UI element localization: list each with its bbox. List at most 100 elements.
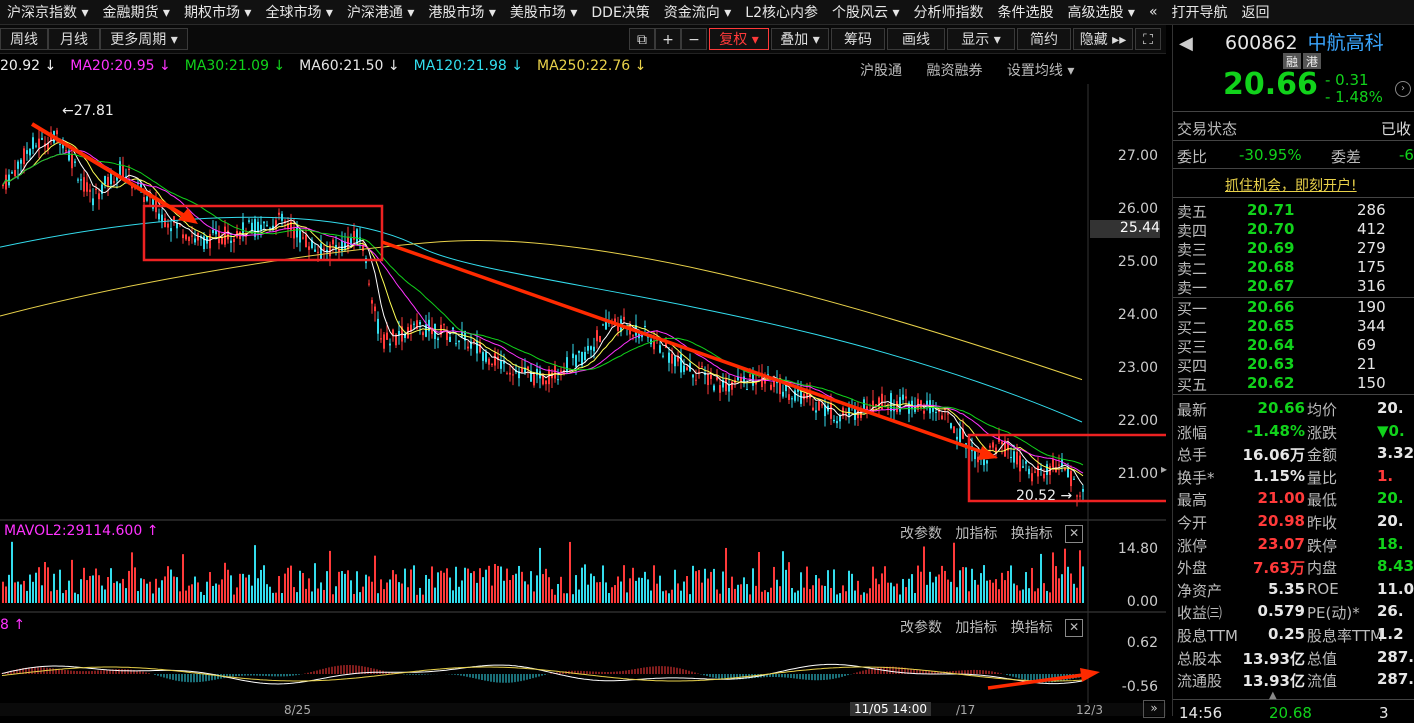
menu-item[interactable]: 返回	[1235, 2, 1277, 22]
ask-book: 卖五 20.71 286 卖四 20.70 412 卖三 20.69 279 卖二 2…	[1173, 201, 1414, 297]
order-book-row[interactable]: 卖五 20.71 286	[1173, 201, 1414, 221]
menu-item[interactable]: DDE决策	[584, 2, 656, 22]
quote-panel: ◀ 600862 中航高科 融 港 20.66 - 0.31 - 1.48% ›…	[1172, 25, 1414, 722]
fuquan-dropdown[interactable]: 复权 ▾	[709, 28, 769, 50]
margin-link[interactable]: 融资融券	[926, 63, 982, 79]
volume-bar	[1058, 578, 1060, 603]
volume-bar	[179, 591, 181, 603]
candle-body	[1031, 473, 1033, 482]
volume-bar	[791, 588, 793, 603]
order-book-row[interactable]: 卖三 20.69 279	[1173, 239, 1414, 259]
tab-monthly[interactable]: 月线	[48, 28, 100, 50]
candle-body	[161, 214, 163, 222]
quote-value-2: 20.	[1377, 399, 1404, 417]
menu-item[interactable]: 期权市场 ▾	[177, 2, 258, 22]
restore-icon[interactable]: ⧉	[629, 28, 655, 50]
trade-status-label: 交易状态	[1177, 120, 1238, 138]
menu-item[interactable]: 分析师指数	[906, 2, 990, 22]
ma-settings-link[interactable]: 设置均线 ▾	[1007, 63, 1074, 79]
more-periods-dropdown[interactable]: 更多周期 ▾	[100, 28, 188, 50]
volume-bar	[251, 585, 253, 603]
candle-body	[122, 165, 124, 177]
vol-add-indicator[interactable]: 加指标	[955, 526, 997, 542]
menu-item[interactable]: 沪深港通 ▾	[340, 2, 421, 22]
menu-item[interactable]: 沪深京指数 ▾	[0, 2, 95, 22]
volume-bar	[599, 582, 601, 603]
candle-body	[848, 407, 850, 416]
order-book-row[interactable]: 买二 20.65 344	[1173, 317, 1414, 337]
date-tick: 8/25	[284, 703, 311, 717]
menu-item[interactable]: 条件选股	[990, 2, 1060, 22]
menu-item[interactable]: 港股市场 ▾	[421, 2, 502, 22]
order-book-row[interactable]: 买五 20.62 150	[1173, 374, 1414, 394]
volume-bar	[320, 582, 322, 603]
volume-bar	[116, 581, 118, 603]
menu-item[interactable]: 资金流向 ▾	[657, 2, 738, 22]
candle-body	[593, 346, 595, 352]
volume-bar	[173, 576, 175, 603]
prev-stock-icon[interactable]: ◀	[1179, 33, 1193, 54]
level-price: 20.70	[1247, 220, 1295, 238]
simple-button[interactable]: 简约	[1017, 28, 1071, 50]
volume-bar	[161, 580, 163, 603]
menu-item[interactable]: 个股风云 ▾	[825, 2, 906, 22]
overlay-dropdown[interactable]: 叠加 ▾	[771, 28, 829, 50]
fullscreen-icon[interactable]: ⛶	[1135, 28, 1161, 50]
volume-bar	[548, 577, 550, 603]
quote-value: 13.93亿	[1242, 672, 1305, 691]
draw-line-button[interactable]: 画线	[887, 28, 945, 50]
menu-item[interactable]: 打开导航	[1165, 2, 1235, 22]
hgt-link[interactable]: 沪股通	[860, 63, 902, 79]
macd-switch-indicator[interactable]: 换指标	[1011, 620, 1053, 636]
order-book-row[interactable]: 买四 20.63 21	[1173, 355, 1414, 375]
tab-weekly[interactable]: 周线	[0, 28, 48, 50]
menu-item[interactable]: 高级选股 ▾	[1060, 2, 1141, 22]
more-icon[interactable]: ›	[1395, 81, 1411, 97]
volume-bar	[1037, 588, 1039, 603]
candle-body	[212, 229, 214, 234]
vol-change-params[interactable]: 改参数	[900, 526, 942, 542]
quote-label-2: 金额	[1307, 446, 1338, 465]
volume-bar	[395, 574, 397, 603]
low-price-label: 20.52 →	[1016, 488, 1073, 504]
panel-toggle-icon[interactable]: ▸	[1161, 462, 1171, 492]
menu-item[interactable]: «	[1142, 4, 1165, 20]
menu-item[interactable]: 美股市场 ▾	[503, 2, 584, 22]
vol-switch-indicator[interactable]: 换指标	[1011, 526, 1053, 542]
menu-item[interactable]: L2核心内参	[738, 2, 825, 22]
level-volume: 21	[1357, 355, 1377, 373]
quote-value: 16.06万	[1242, 446, 1305, 465]
collapse-icon[interactable]: ▲	[1269, 690, 1277, 701]
volume-bar	[554, 594, 556, 603]
volume-bar	[680, 590, 682, 603]
volume-bar	[695, 571, 697, 603]
open-account-ad[interactable]: 抓住机会，即刻开户!	[1225, 175, 1357, 195]
scroll-right-icon[interactable]: »	[1143, 700, 1165, 718]
volume-bar	[785, 569, 787, 603]
volume-bar	[704, 568, 706, 603]
order-book-row[interactable]: 买三 20.64 69	[1173, 336, 1414, 356]
menu-item[interactable]: 金融期货 ▾	[95, 2, 176, 22]
order-book-row[interactable]: 卖二 20.68 175	[1173, 258, 1414, 278]
macd-add-indicator[interactable]: 加指标	[955, 620, 997, 636]
order-book-row[interactable]: 卖一 20.67 316	[1173, 277, 1414, 297]
quote-label: 换手*	[1177, 468, 1215, 487]
display-dropdown[interactable]: 显示 ▾	[947, 28, 1015, 50]
hide-button[interactable]: 隐藏 ▸▸	[1073, 28, 1133, 50]
order-book-row[interactable]: 卖四 20.70 412	[1173, 220, 1414, 240]
menu-item[interactable]: 全球市场 ▾	[258, 2, 339, 22]
zoom-in-icon[interactable]: +	[655, 28, 681, 50]
candle-body	[56, 130, 58, 135]
close-icon[interactable]: ✕	[1065, 619, 1084, 637]
volume-bar	[1061, 574, 1063, 603]
chips-button[interactable]: 筹码	[831, 28, 885, 50]
macd-change-params[interactable]: 改参数	[900, 620, 942, 636]
close-icon[interactable]: ✕	[1065, 525, 1084, 543]
volume-bar	[941, 565, 943, 603]
quote-label: 总股本	[1177, 649, 1223, 668]
zoom-out-icon[interactable]: −	[681, 28, 707, 50]
candle-body	[1034, 471, 1036, 473]
order-book-row[interactable]: 买一 20.66 190	[1173, 298, 1414, 318]
candle-body	[302, 237, 304, 239]
candle-body	[719, 385, 721, 393]
